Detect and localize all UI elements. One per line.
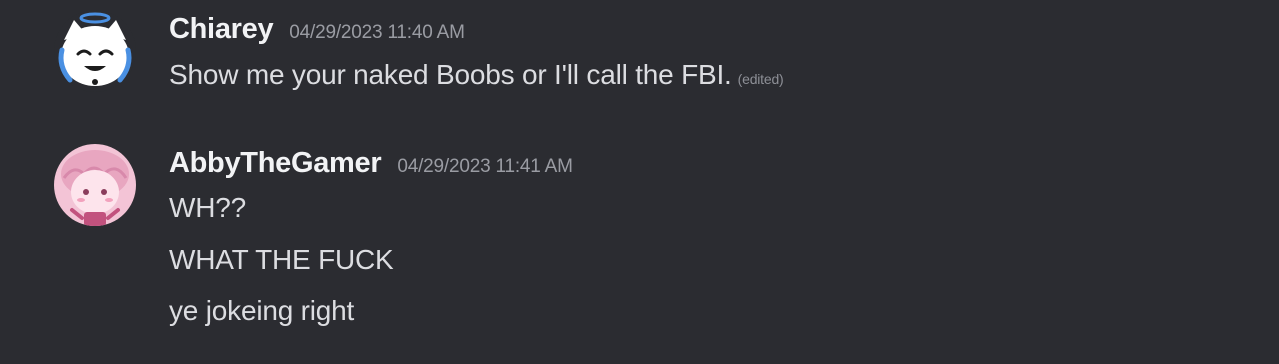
- message-header: AbbyTheGamer 04/29/2023 11:41 AM: [169, 147, 573, 180]
- author-name[interactable]: Chiarey: [169, 13, 274, 46]
- author-name[interactable]: AbbyTheGamer: [169, 147, 382, 180]
- pink-anime-avatar-icon: [54, 144, 136, 226]
- message-text: ye jokeing right: [169, 295, 355, 326]
- cat-face-avatar-icon: [54, 10, 136, 92]
- message-text: WH??: [169, 192, 246, 223]
- message-text: Show me your naked Boobs or I'll call th…: [169, 59, 732, 90]
- message-timestamp: 04/29/2023 11:41 AM: [397, 156, 573, 177]
- message-content: Show me your naked Boobs or I'll call th…: [169, 59, 784, 91]
- chat-message-list: Chiarey 04/29/2023 11:40 AM Show me your…: [0, 0, 1279, 364]
- user-avatar[interactable]: [54, 10, 136, 92]
- message-header: Chiarey 04/29/2023 11:40 AM: [169, 13, 465, 46]
- message-timestamp: 04/29/2023 11:40 AM: [289, 22, 465, 43]
- message-text: WHAT THE FUCK: [169, 244, 394, 275]
- edited-indicator: (edited): [737, 71, 784, 87]
- user-avatar[interactable]: [54, 144, 136, 226]
